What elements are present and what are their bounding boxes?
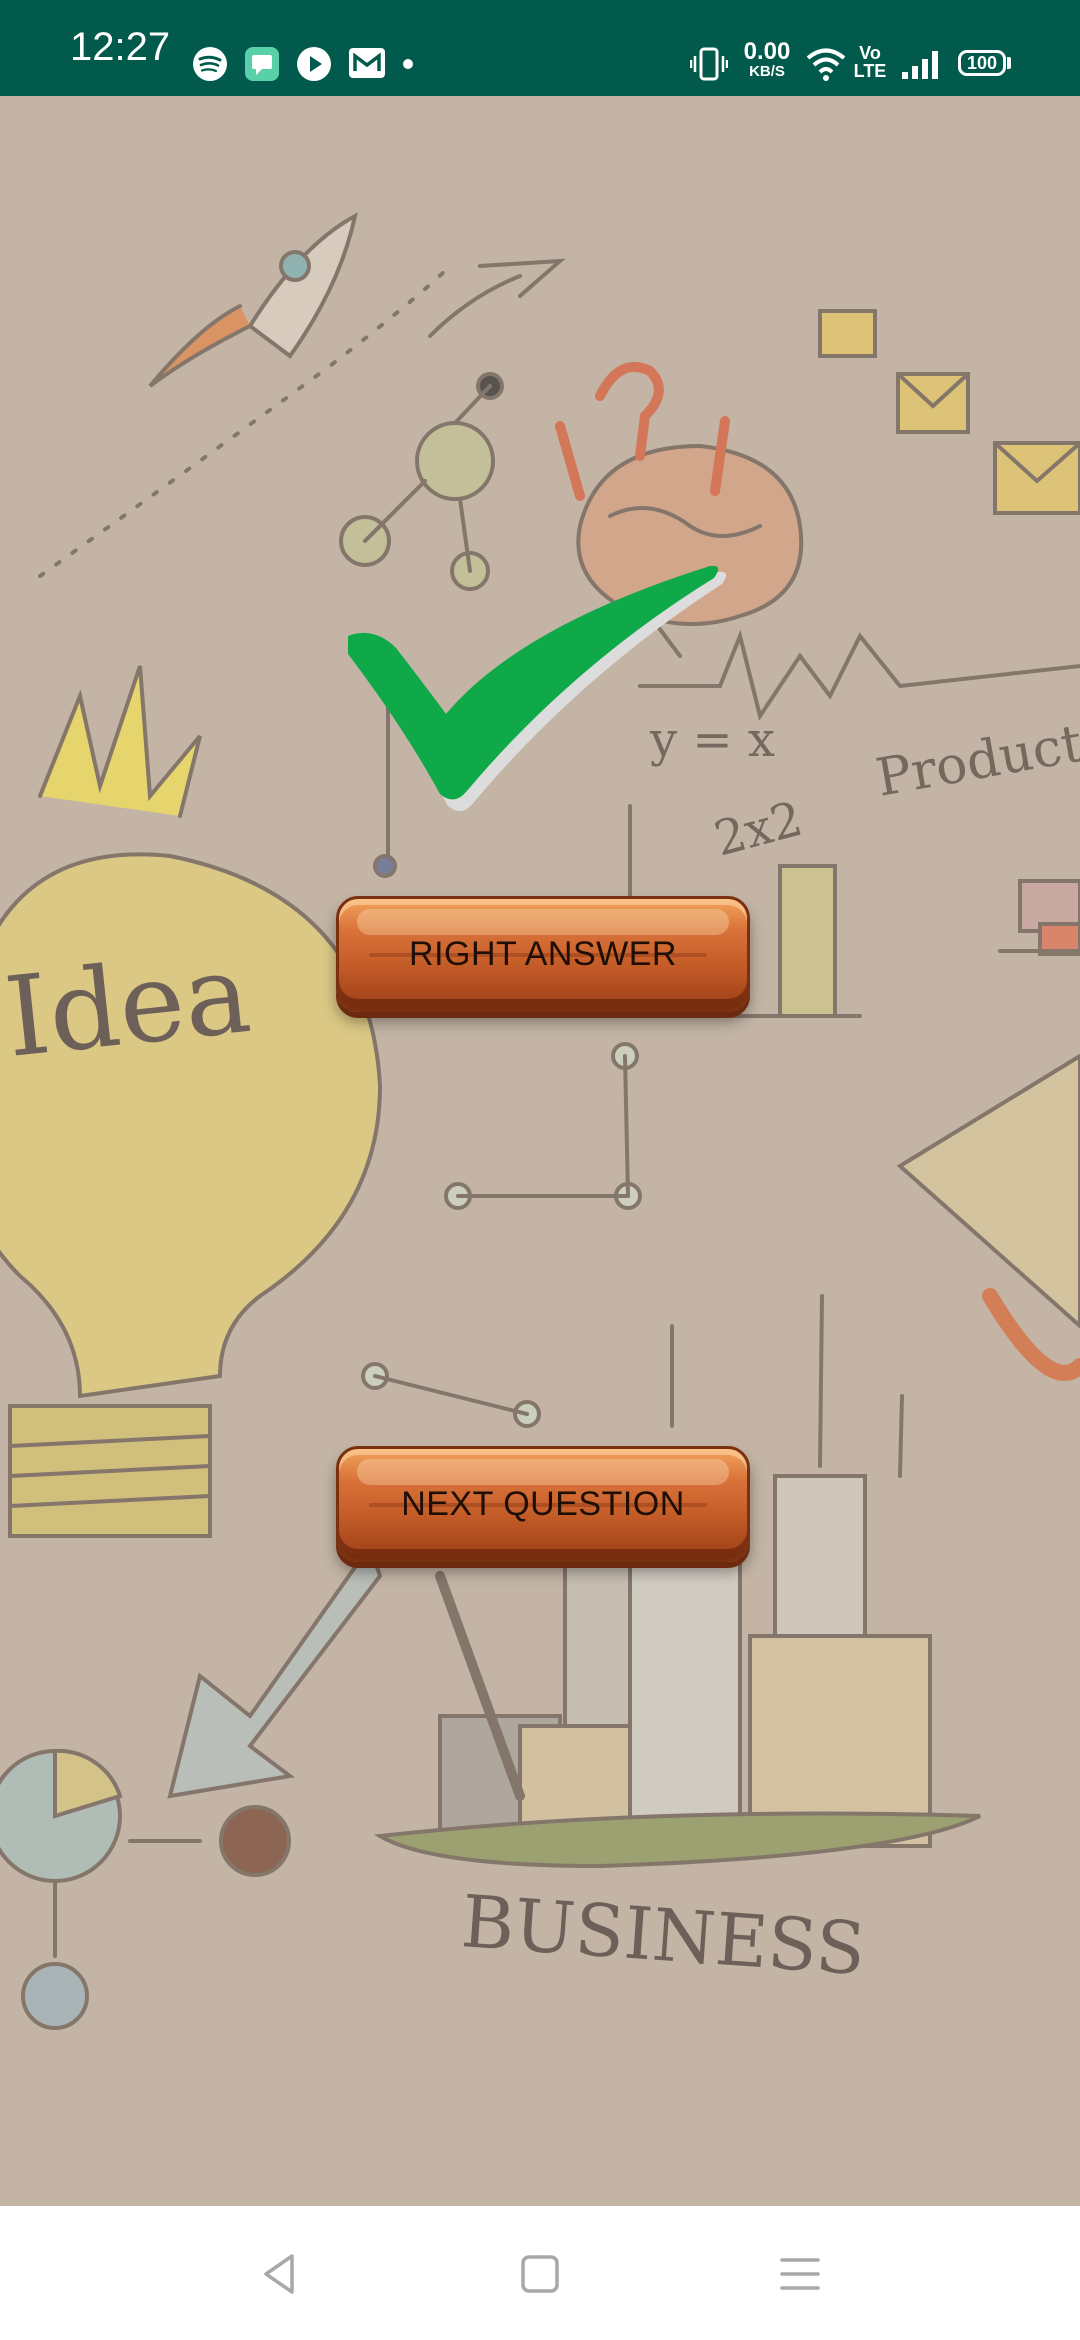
lightbulb-doodle (0, 665, 383, 1538)
volte-bottom: LTE (853, 61, 887, 81)
checkmark-icon (348, 566, 727, 812)
back-icon[interactable] (258, 2252, 302, 2296)
volte-badge: Vo LTE (852, 44, 888, 80)
navigation-bar (0, 2206, 1080, 2340)
doodle-business: BUSINESS (459, 1879, 868, 1991)
spotify-icon (193, 47, 227, 81)
next-question-button[interactable]: NEXT QUESTION (336, 1446, 750, 1562)
menu-icon[interactable] (778, 2252, 822, 2296)
battery-icon: 100 (958, 50, 1006, 76)
net-speed: 0.00 KB/S (738, 38, 796, 80)
doodle-product: Product (872, 714, 1080, 809)
volte-top: Vo (859, 43, 881, 63)
wifi-icon (806, 48, 846, 81)
battery-level: 100 (966, 53, 998, 73)
status-time: 12:27 (70, 25, 171, 69)
dot-icon (403, 59, 413, 69)
play-icon (297, 47, 331, 81)
rocket-icon (148, 212, 358, 388)
battery-tip (1007, 57, 1011, 69)
molecule-doodle (339, 372, 504, 591)
next-question-label: NEXT QUESTION (401, 1484, 685, 1523)
signal-icon (902, 51, 938, 79)
right-answer-label: RIGHT ANSWER (409, 934, 677, 973)
net-speed-unit: KB/S (749, 63, 785, 80)
doodle-background: y = x 2x2 Product Idea BUSINESS (0, 212, 1080, 2030)
net-speed-value: 0.00 (743, 38, 791, 65)
mail-icon (349, 48, 385, 78)
vibrate-icon (690, 47, 728, 81)
home-icon[interactable] (518, 2252, 562, 2296)
doodle-idea: Idea (0, 929, 256, 1082)
status-bar: 12:27 0.00 KB/S Vo LTE 100 (0, 0, 1080, 96)
messages-icon (245, 47, 279, 81)
quiz-result-screen: y = x 2x2 Product Idea BUSINESS RIGHT AN… (0, 96, 1080, 2206)
right-answer-button[interactable]: RIGHT ANSWER (336, 896, 750, 1012)
